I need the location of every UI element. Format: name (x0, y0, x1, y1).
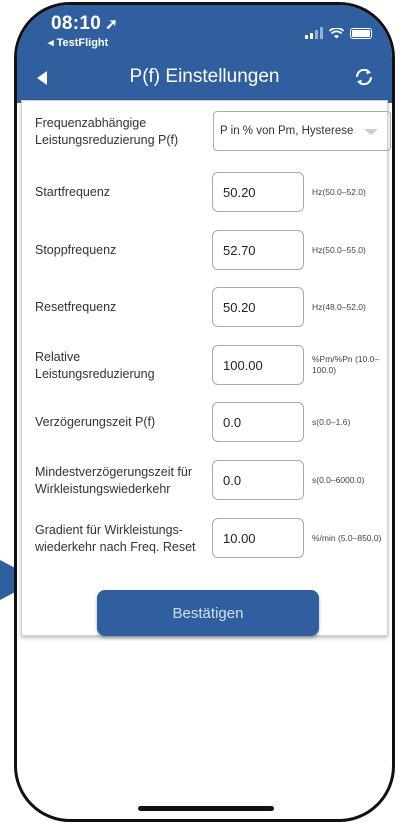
leistungsreduzierung-input[interactable]: 100.00 (212, 345, 304, 385)
chevron-down-icon (364, 129, 378, 135)
back-to-app-link[interactable]: ◂ TestFlight (48, 36, 108, 49)
phone-frame: 08:10 ➚ ◂ TestFlight P(f) Einstellungen F… (14, 2, 395, 822)
gradient-input[interactable]: 10.00 (212, 518, 304, 558)
mode-label: Frequenzabhängige Leistungsreduzierung P… (35, 116, 179, 147)
resetfrequenz-input[interactable]: 50.20 (212, 287, 304, 327)
refresh-icon[interactable] (353, 66, 375, 88)
settings-panel: Frequenzabhängige Leistungsreduzierung P… (21, 100, 391, 636)
confirm-button[interactable]: Bestätigen (97, 590, 319, 636)
wifi-icon (329, 27, 344, 38)
field-label: Startfrequenz (35, 185, 111, 199)
mode-select-value: P in % von Pm, Hysterese (220, 125, 354, 137)
range-hint: Hz(50.0–52.0) (312, 187, 366, 197)
field-label: Relative Leistungsreduzierung (35, 350, 155, 381)
range-hint: s(0.0–1.6) (312, 417, 351, 427)
location-arrow-icon: ➚ (105, 16, 118, 33)
status-icons (305, 27, 372, 39)
startfrequenz-input[interactable]: 50.20 (212, 172, 304, 212)
top-bar: 08:10 ➚ ◂ TestFlight P(f) Einstellungen (17, 5, 392, 103)
field-label: Resetfrequenz (35, 300, 117, 314)
field-label: Gradient für Wirkleistungs-wiederkehr na… (35, 523, 196, 554)
verzoegerungszeit-input[interactable]: 0.0 (212, 402, 304, 442)
page-title: P(f) Einstellungen (129, 66, 280, 87)
range-hint: s(0.0–6000.0) (312, 475, 365, 485)
battery-icon (350, 27, 372, 39)
range-hint: Hz(50.0–55.0) (312, 245, 366, 255)
mindestverzoegerung-input[interactable]: 0.0 (212, 460, 304, 500)
field-label: Verzögerungszeit P(f) (35, 415, 156, 429)
field-label: Stoppfrequenz (35, 243, 117, 257)
status-time: 08:10 ➚ (51, 13, 118, 34)
stoppfrequenz-input[interactable]: 52.70 (212, 230, 304, 270)
field-label: Mindestverzögerungszeit für Wirkleistung… (35, 465, 193, 496)
mode-select[interactable]: P in % von Pm, Hysterese (213, 111, 391, 151)
range-hint: %/min (5.0–850.0) (312, 533, 382, 543)
range-hint: Hz(48.0–52.0) (312, 302, 366, 312)
signal-icon (305, 27, 323, 39)
range-hint: %Pm/%Pn (10.0–100.0) (312, 354, 380, 375)
home-indicator (138, 806, 274, 811)
